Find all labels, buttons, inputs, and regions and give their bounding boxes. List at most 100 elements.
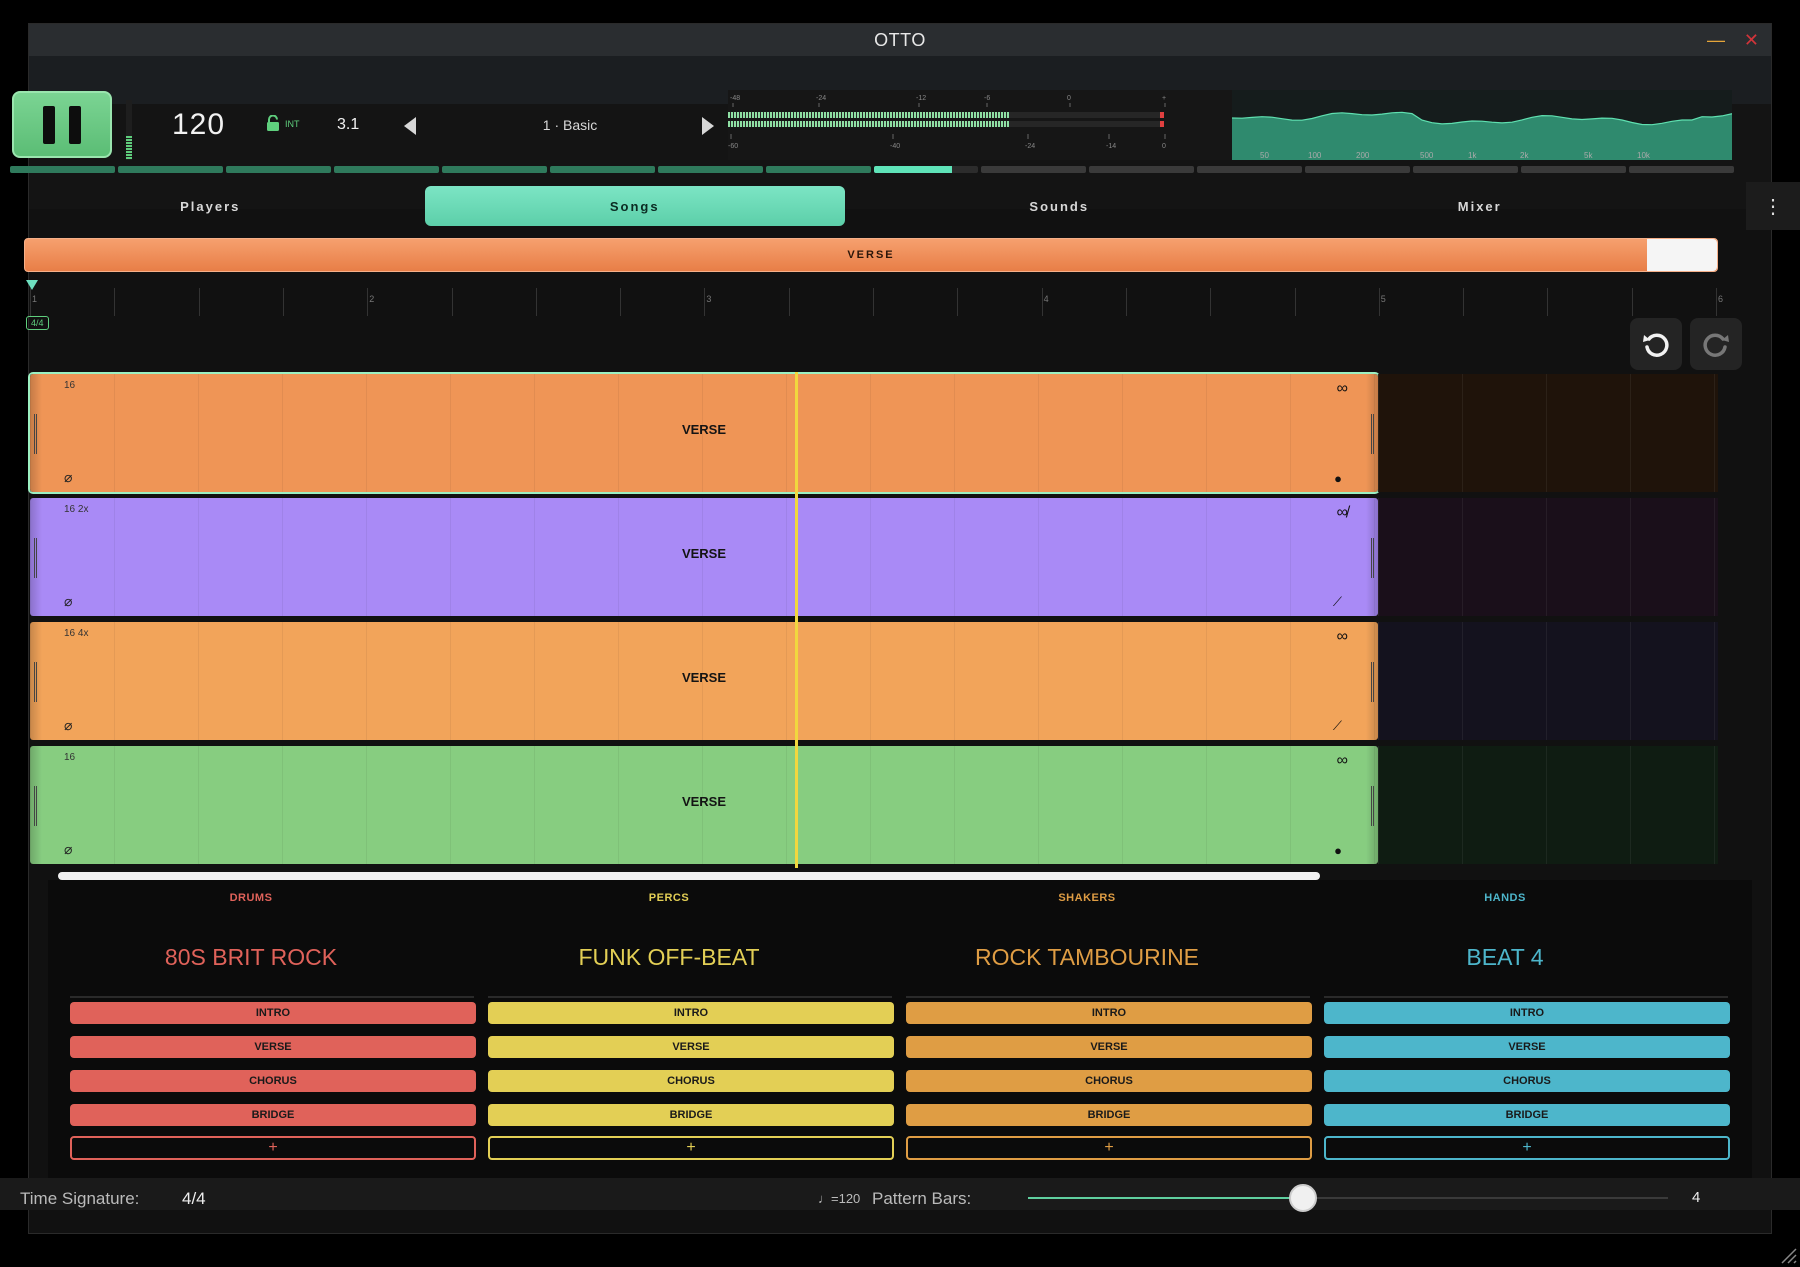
- time-signature-value[interactable]: 4/4: [182, 1189, 206, 1209]
- close-icon[interactable]: ✕: [1744, 30, 1759, 51]
- progress-segment[interactable]: [225, 166, 331, 173]
- progress-segment[interactable]: [1521, 166, 1627, 173]
- progress-segment[interactable]: [117, 166, 223, 173]
- player-name[interactable]: HANDS: [1302, 892, 1708, 904]
- section-button-chorus[interactable]: CHORUS: [1324, 1070, 1730, 1092]
- progress-segment[interactable]: [441, 166, 547, 173]
- section-button-bridge[interactable]: BRIDGE: [1324, 1104, 1730, 1126]
- mute-icon[interactable]: ⌀: [64, 593, 72, 610]
- loop-icon[interactable]: ∞̸: [1337, 504, 1348, 522]
- progress-segment[interactable]: [1197, 166, 1303, 173]
- player-pattern-name[interactable]: BEAT 4: [1302, 944, 1708, 971]
- meter-segment: [947, 121, 949, 127]
- progress-segment[interactable]: [657, 166, 763, 173]
- lane-empty-area[interactable]: [1378, 374, 1718, 492]
- section-button-chorus[interactable]: CHORUS: [906, 1070, 1312, 1092]
- loop-icon[interactable]: ∞: [1337, 628, 1348, 646]
- next-pattern-icon[interactable]: [702, 117, 714, 135]
- fill-end-icon[interactable]: ●: [1334, 843, 1342, 858]
- undo-button[interactable]: [1630, 318, 1682, 370]
- meter-segment: [842, 112, 844, 118]
- tempo-display[interactable]: 120: [172, 108, 225, 142]
- section-button-verse[interactable]: VERSE: [906, 1036, 1312, 1058]
- section-button-verse[interactable]: VERSE: [488, 1036, 894, 1058]
- pattern-bars-slider-thumb[interactable]: [1289, 1184, 1318, 1212]
- section-button-chorus[interactable]: CHORUS: [488, 1070, 894, 1092]
- mute-icon[interactable]: ⌀: [64, 469, 72, 486]
- fill-end-icon[interactable]: ●: [1334, 471, 1342, 486]
- progress-segment[interactable]: [765, 166, 871, 173]
- meter-segment: [983, 121, 985, 127]
- progress-segment[interactable]: [981, 166, 1087, 173]
- section-clip[interactable]: 16 VERSE ∞ ⌀ ●: [30, 746, 1378, 864]
- meter-segment: [1007, 121, 1009, 127]
- meter-segment: [992, 121, 994, 127]
- add-section-button[interactable]: +: [1324, 1136, 1730, 1160]
- player-name[interactable]: PERCS: [466, 892, 872, 904]
- section-button-verse[interactable]: VERSE: [1324, 1036, 1730, 1058]
- loop-icon[interactable]: ∞: [1337, 380, 1348, 398]
- section-button-bridge[interactable]: BRIDGE: [906, 1104, 1312, 1126]
- section-button-bridge[interactable]: BRIDGE: [70, 1104, 476, 1126]
- timeline-ruler[interactable]: 1 2 3 4 5 6 4/4: [24, 280, 1742, 342]
- section-clip[interactable]: 16 2x VERSE ∞̸ ⌀ ⟋: [30, 498, 1378, 616]
- section-clip[interactable]: 16 4x VERSE ∞ ⌀ ⟋: [30, 622, 1378, 740]
- player-column: HANDS BEAT 4 INTRO VERSE CHORUS BRIDGE +: [1302, 880, 1730, 1180]
- player-name[interactable]: SHAKERS: [884, 892, 1290, 904]
- add-section-button[interactable]: +: [906, 1136, 1312, 1160]
- more-menu-button[interactable]: ⋮: [1746, 182, 1800, 230]
- fill-end-icon[interactable]: ⟋: [1333, 594, 1342, 610]
- tab-sounds[interactable]: Sounds: [849, 182, 1270, 230]
- pattern-bars-slider[interactable]: [1028, 1197, 1668, 1199]
- mute-icon[interactable]: ⌀: [64, 717, 72, 734]
- meter-segment: [977, 121, 979, 127]
- progress-segment[interactable]: [1305, 166, 1411, 173]
- song-section-bar[interactable]: VERSE: [24, 238, 1718, 272]
- progress-segment[interactable]: [549, 166, 655, 173]
- player-pattern-name[interactable]: FUNK OFF-BEAT: [466, 944, 872, 971]
- progress-segment[interactable]: [1629, 166, 1734, 173]
- player-name[interactable]: DRUMS: [48, 892, 454, 904]
- fill-end-icon[interactable]: ⟋: [1333, 718, 1342, 734]
- section-button-bridge[interactable]: BRIDGE: [488, 1104, 894, 1126]
- lane-empty-area[interactable]: [1378, 622, 1718, 740]
- section-button-intro[interactable]: INTRO: [1324, 1002, 1730, 1024]
- player-pattern-name[interactable]: 80S BRIT ROCK: [48, 944, 454, 971]
- playhead-marker-icon[interactable]: [26, 280, 38, 290]
- pause-button[interactable]: [12, 91, 112, 158]
- progress-segment[interactable]: [333, 166, 439, 173]
- section-button-verse[interactable]: VERSE: [70, 1036, 476, 1058]
- tab-players[interactable]: Players: [0, 182, 421, 230]
- time-signature-badge[interactable]: 4/4: [26, 316, 49, 330]
- meter-segment: [782, 121, 784, 127]
- player-pattern-name[interactable]: ROCK TAMBOURINE: [884, 944, 1290, 971]
- loop-icon[interactable]: ∞: [1337, 752, 1348, 770]
- section-button-intro[interactable]: INTRO: [488, 1002, 894, 1024]
- horizontal-scrollbar[interactable]: [58, 872, 1320, 880]
- resize-grip-icon[interactable]: [1776, 1243, 1798, 1265]
- section-button-intro[interactable]: INTRO: [70, 1002, 476, 1024]
- lane-empty-area[interactable]: [1378, 498, 1718, 616]
- previous-pattern-icon[interactable]: [404, 117, 416, 135]
- lane-empty-area[interactable]: [1378, 746, 1718, 864]
- add-section-button[interactable]: +: [70, 1136, 476, 1160]
- section-clip[interactable]: 16 VERSE ∞ ⌀ ●: [28, 372, 1380, 494]
- redo-button[interactable]: [1690, 318, 1742, 370]
- clip-section-label: VERSE: [681, 422, 727, 437]
- lock-icon[interactable]: [266, 115, 280, 131]
- progress-segment[interactable]: [10, 166, 115, 173]
- meter-segment: [764, 112, 766, 118]
- sync-mode-label[interactable]: INT: [285, 119, 300, 129]
- progress-segment[interactable]: [1089, 166, 1195, 173]
- minimize-icon[interactable]: —: [1707, 30, 1725, 51]
- section-button-chorus[interactable]: CHORUS: [70, 1070, 476, 1092]
- tab-mixer[interactable]: Mixer: [1270, 182, 1691, 230]
- meter-segment: [761, 121, 763, 127]
- progress-segment[interactable]: [873, 166, 979, 173]
- tab-songs[interactable]: Songs: [424, 186, 845, 226]
- add-section-button[interactable]: +: [488, 1136, 894, 1160]
- section-button-intro[interactable]: INTRO: [906, 1002, 1312, 1024]
- mute-icon[interactable]: ⌀: [64, 841, 72, 858]
- progress-segment[interactable]: [1413, 166, 1519, 173]
- pattern-name[interactable]: 1 · Basic: [470, 117, 670, 133]
